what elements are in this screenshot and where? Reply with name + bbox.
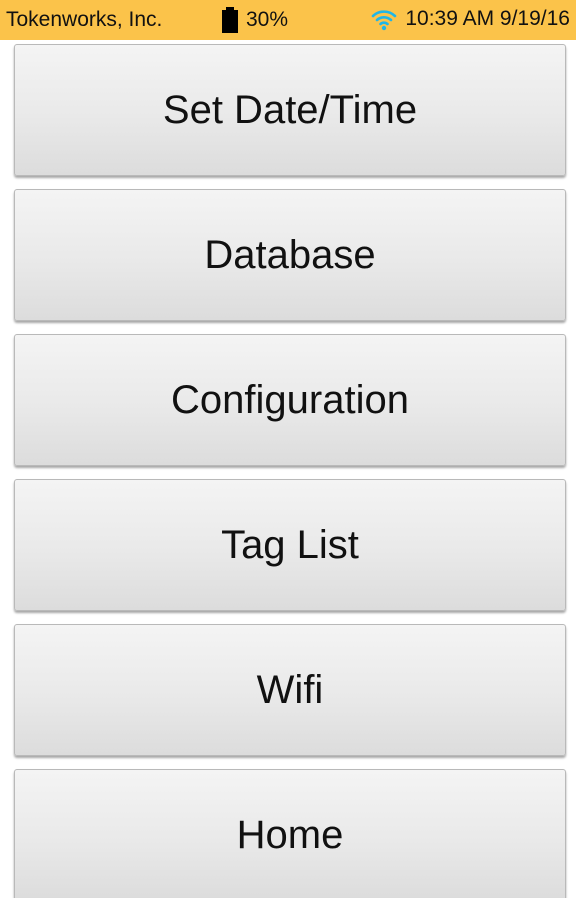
battery-indicator: 30% [222,7,288,33]
wifi-icon [371,7,397,31]
battery-icon [222,7,238,33]
wifi-button[interactable]: Wifi [14,624,566,756]
home-button[interactable]: Home [14,769,566,898]
battery-percent: 30% [246,8,289,31]
status-bar: Tokenworks, Inc. 30% 10:39 AM 9/19/16 [0,0,576,40]
company-name: Tokenworks, Inc. [6,8,163,31]
configuration-button[interactable]: Configuration [14,334,566,466]
clock: 10:39 AM 9/19/16 [405,7,570,30]
settings-screen: Tokenworks, Inc. 30% 10:39 AM 9/19/16 Se… [0,0,576,898]
set-date-time-button[interactable]: Set Date/Time [14,44,566,176]
database-button[interactable]: Database [14,189,566,321]
clock-group: 10:39 AM 9/19/16 [371,7,570,31]
tag-list-button[interactable]: Tag List [14,479,566,611]
